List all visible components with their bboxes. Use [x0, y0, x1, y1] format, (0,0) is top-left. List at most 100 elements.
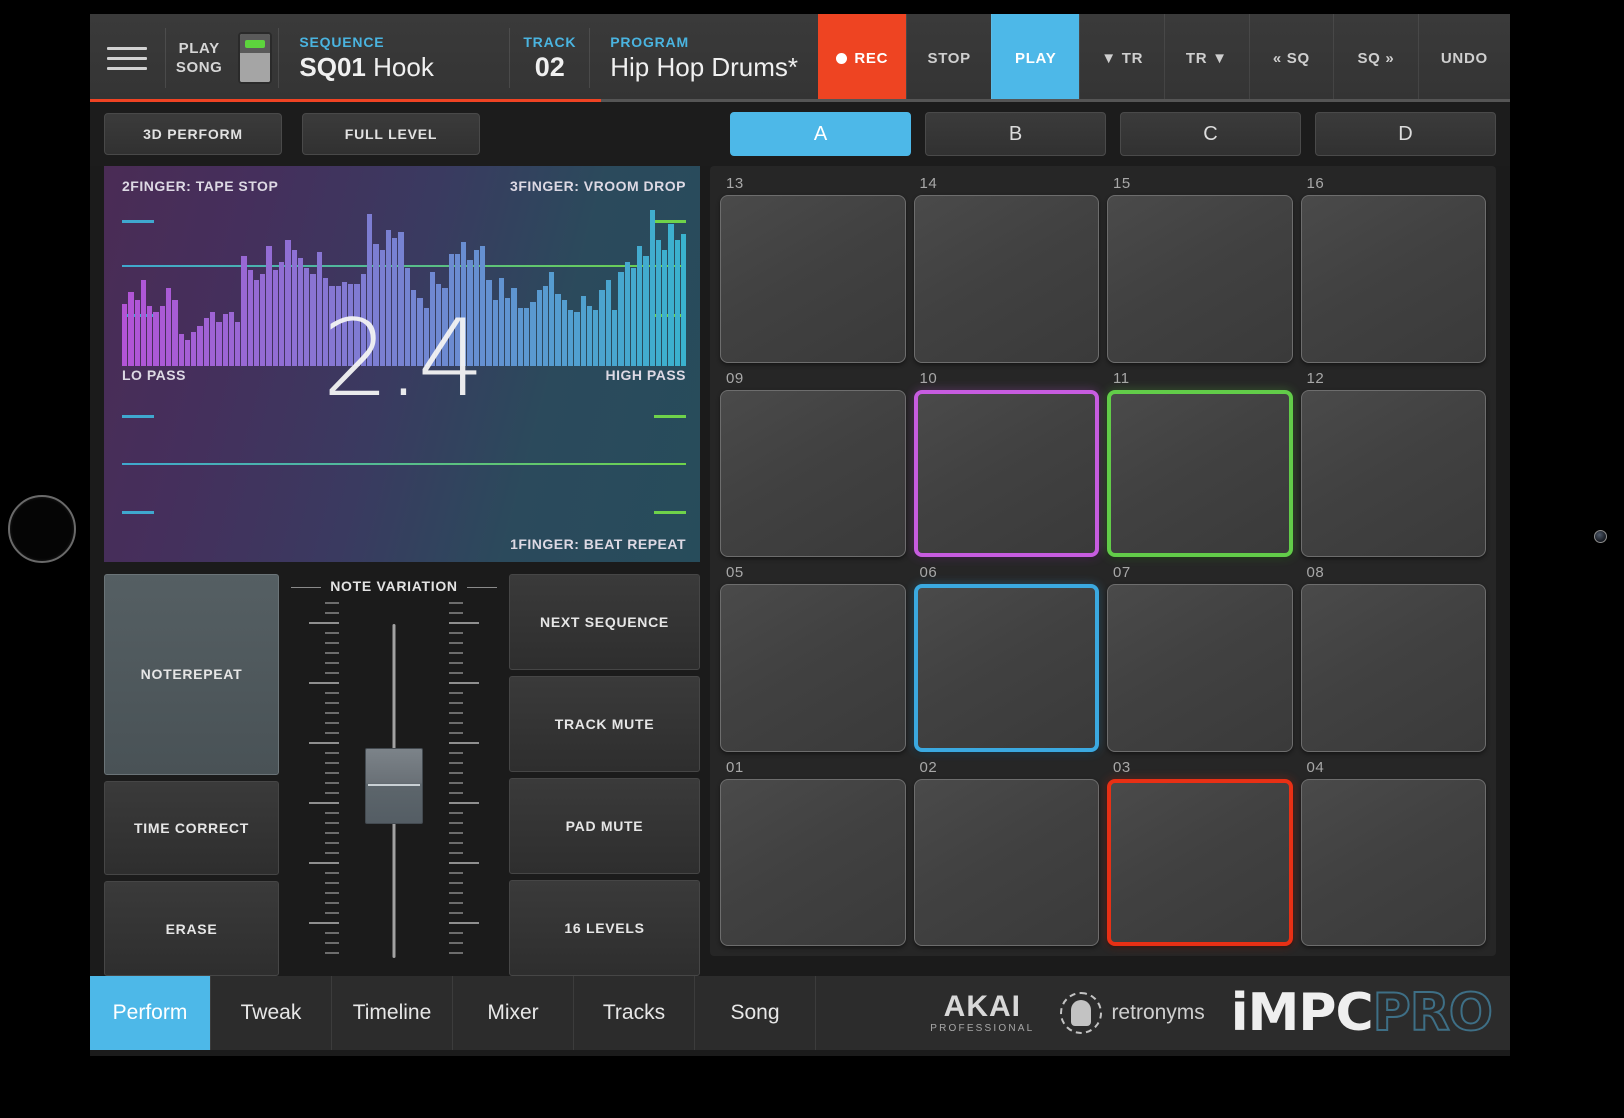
pad-01[interactable] [720, 778, 906, 946]
fader-tick [309, 922, 339, 924]
toggle-bottom [240, 53, 271, 82]
pad-11[interactable] [1107, 389, 1293, 557]
sequence-name: Hook [373, 51, 434, 82]
hamburger-menu-icon[interactable] [90, 14, 165, 102]
note-repeat-button[interactable]: NOTE REPEAT [104, 574, 279, 775]
program-field[interactable]: PROGRAM Hip Hop Drums* [590, 14, 818, 102]
sixteen-levels-button[interactable]: 16 LEVELS [509, 880, 700, 976]
pad-15[interactable] [1107, 195, 1293, 363]
sequence-label: SEQUENCE [299, 33, 385, 50]
fader-tick [449, 632, 463, 634]
pad-10[interactable] [913, 389, 1099, 557]
pad-09[interactable] [720, 389, 906, 557]
fader-tick [325, 752, 339, 754]
track-mute-button[interactable]: TRACK MUTE [509, 676, 700, 772]
tr-up-button[interactable]: TR ▼ [1164, 14, 1249, 102]
xy-tick-left [122, 511, 154, 514]
pad-cell: 16 [1300, 174, 1486, 363]
bank-button-d[interactable]: D [1315, 112, 1496, 156]
xy-guide-line [122, 463, 686, 465]
fader-tick [449, 692, 463, 694]
xy-tick-left [122, 415, 154, 418]
pad-cell: 14 [913, 174, 1099, 363]
pad-cell: 10 [913, 369, 1099, 557]
rec-button-label: REC [854, 49, 889, 67]
tab-timeline[interactable]: Timeline [332, 976, 453, 1050]
sequence-field[interactable]: SEQUENCE SQ01 Hook [279, 14, 509, 102]
pad-number-label: 16 [1306, 175, 1325, 192]
tab-mixer[interactable]: Mixer [453, 976, 574, 1050]
fader-tick [449, 782, 463, 784]
fader-tick [325, 662, 339, 664]
sq-next-button[interactable]: SQ » [1333, 14, 1418, 102]
pad-cell: 08 [1300, 563, 1486, 752]
pad-13[interactable] [720, 195, 906, 363]
pad-07[interactable] [1107, 584, 1293, 752]
pad-03[interactable] [1107, 778, 1293, 946]
track-field[interactable]: TRACK 02 [510, 14, 589, 102]
rec-button[interactable]: REC [818, 14, 907, 102]
fader-tick [325, 612, 339, 614]
stop-button[interactable]: STOP [906, 14, 991, 102]
fader-tick [449, 912, 463, 914]
pad-14[interactable] [913, 195, 1099, 363]
pad-02[interactable] [913, 778, 1099, 946]
pad-08[interactable] [1300, 584, 1486, 752]
impc-pro-logo: iMPC PRO [1230, 982, 1494, 1044]
pad-12[interactable] [1300, 389, 1486, 557]
tr-down-button[interactable]: ▼ TR [1079, 14, 1164, 102]
erase-button[interactable]: ERASE [104, 881, 279, 976]
pad-cell: 06 [913, 563, 1099, 752]
fader-knob[interactable] [365, 747, 423, 824]
fader-scale-left [293, 602, 339, 970]
fader-tick [309, 682, 339, 684]
pad-cell: 04 [1300, 758, 1486, 946]
bank-button-a[interactable]: A [730, 112, 911, 156]
fader-tick [449, 662, 463, 664]
pad-cell: 11 [1107, 369, 1293, 557]
left-column: 2FINGER: TAPE STOP 3FINGER: VROOM DROP 1… [104, 166, 700, 976]
fader-tick [325, 782, 339, 784]
bank-button-c[interactable]: C [1120, 112, 1301, 156]
pad-cell: 12 [1300, 369, 1486, 557]
time-correct-button[interactable]: TIME CORRECT [104, 780, 279, 876]
tab-song[interactable]: Song [695, 976, 816, 1050]
tab-perform[interactable]: Perform [90, 976, 211, 1050]
undo-button[interactable]: UNDO [1417, 14, 1510, 102]
pad-cell: 09 [720, 369, 906, 557]
pad-number-label: 02 [919, 758, 938, 776]
pad-05[interactable] [720, 584, 906, 752]
bank-button-b[interactable]: B [925, 112, 1106, 156]
impc-wordmark: iMPC [1230, 983, 1374, 1043]
program-value: Hip Hop Drums* [610, 51, 799, 82]
fader-tick [325, 722, 339, 724]
sq-prev-button[interactable]: « SQ [1248, 14, 1334, 102]
ipad-device: PLAY SONG SEQUENCE SQ01 Hook TRACK 02 PR… [0, 0, 1624, 1118]
fader-tick [309, 802, 339, 804]
main-body: 2FINGER: TAPE STOP 3FINGER: VROOM DROP 1… [90, 166, 1510, 976]
play-song-toggle[interactable] [238, 32, 273, 84]
xy-perform-pad[interactable]: 2FINGER: TAPE STOP 3FINGER: VROOM DROP 1… [104, 166, 700, 562]
pad-number-label: 06 [919, 564, 938, 581]
next-sequence-button[interactable]: NEXT SEQUENCE [509, 574, 700, 670]
play-button[interactable]: PLAY [991, 14, 1080, 102]
fader-tick [325, 792, 339, 794]
note-variation-fader[interactable]: NOTE VARIATION [289, 574, 499, 976]
toggle-led-icon [245, 39, 266, 48]
fader-scale-right [449, 602, 495, 970]
3d-perform-button[interactable]: 3D PERFORM [104, 113, 282, 155]
fader-tick [449, 842, 463, 844]
fader-tick [325, 672, 339, 674]
xy-tick-right [654, 511, 686, 514]
tab-tweak[interactable]: Tweak [211, 976, 332, 1050]
tab-tracks[interactable]: Tracks [574, 976, 695, 1050]
pad-06[interactable] [913, 584, 1099, 752]
full-level-button[interactable]: FULL LEVEL [302, 113, 480, 155]
home-button[interactable] [8, 495, 76, 563]
pad-16[interactable] [1300, 195, 1486, 363]
fader-tick [325, 692, 339, 694]
pad-mute-button[interactable]: PAD MUTE [509, 778, 700, 874]
fader-tick [309, 742, 339, 744]
pad-04[interactable] [1300, 778, 1486, 946]
fader-tick [449, 832, 463, 834]
